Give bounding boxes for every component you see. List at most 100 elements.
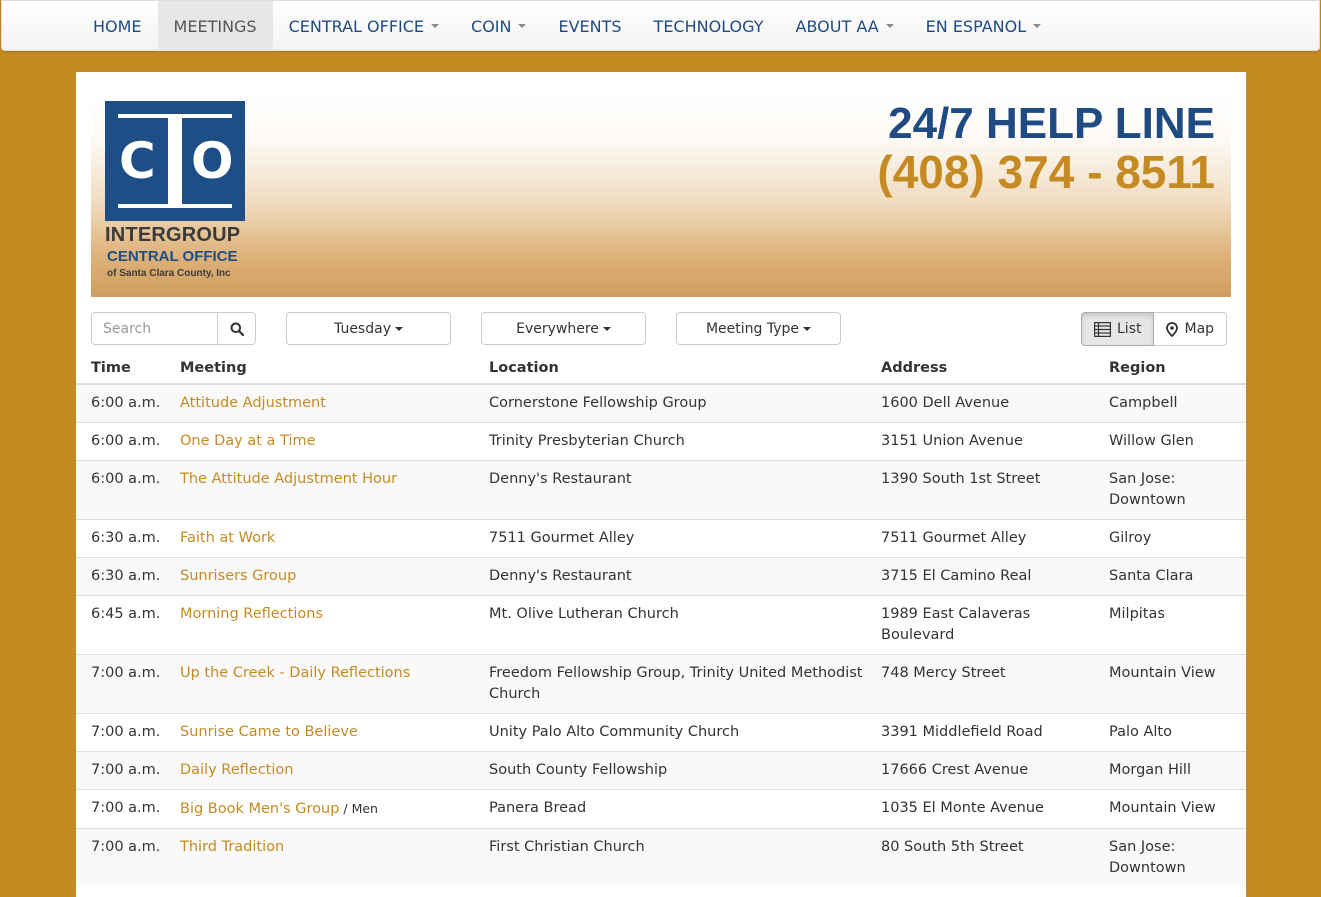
- meeting-link[interactable]: Sunrise Came to Believe: [180, 724, 358, 740]
- cell-location: Freedom Fellowship Group, Trinity United…: [489, 654, 881, 714]
- cell-time: 6:00 a.m.: [76, 383, 180, 423]
- cell-address: 7511 Gourmet Alley: [881, 519, 1109, 558]
- cell-time: 6:00 a.m.: [76, 422, 180, 461]
- nav-item-about-aa[interactable]: ABOUT AA: [780, 1, 910, 51]
- nav-item-technology[interactable]: TECHNOLOGY: [638, 1, 780, 51]
- table-row: 6:30 a.m. Faith at Work 7511 Gourmet Alley…: [76, 519, 1246, 558]
- caret-down-icon: [518, 24, 527, 28]
- cell-address: 1600 Dell Avenue: [881, 383, 1109, 423]
- intergroup-logo[interactable]: C O: [105, 101, 245, 221]
- nav-item-events[interactable]: EVENTS: [542, 1, 637, 51]
- cell-time: 6:30 a.m.: [76, 557, 180, 596]
- cell-meeting: Daily Reflection: [180, 751, 489, 790]
- cell-location: Panera Bread: [489, 789, 881, 829]
- map-marker-icon: [1166, 321, 1179, 337]
- table-row: 6:00 a.m. Attitude Adjustment Cornerstone …: [76, 383, 1246, 423]
- cell-region: Campbell: [1109, 383, 1246, 423]
- list-icon: [1094, 321, 1111, 337]
- cell-meeting: Morning Reflections: [180, 595, 489, 655]
- table-row: 7:00 a.m. Daily Reflection South County Fe…: [76, 751, 1246, 790]
- cell-address: 3151 Union Avenue: [881, 422, 1109, 461]
- distance-dropdown-label: Everywhere: [516, 320, 599, 337]
- nav-item-label: MEETINGS: [173, 16, 257, 36]
- cell-location: South County Fellowship: [489, 751, 881, 790]
- meeting-link[interactable]: The Attitude Adjustment Hour: [180, 471, 397, 487]
- nav-item-label: EVENTS: [558, 16, 622, 36]
- meeting-link[interactable]: Third Tradition: [180, 839, 284, 855]
- meeting-type-dropdown-label: Meeting Type: [705, 320, 800, 337]
- cell-region: Gilroy: [1109, 519, 1246, 558]
- cell-address: 748 Mercy Street: [881, 654, 1109, 714]
- cell-time: 7:00 a.m.: [76, 751, 180, 790]
- nav-item-label: HOME: [93, 16, 142, 36]
- meeting-link[interactable]: Big Book Men's Group: [180, 801, 339, 817]
- nav-item-label: ABOUT AA: [795, 16, 879, 36]
- header-location[interactable]: Location: [489, 351, 881, 385]
- meeting-link[interactable]: One Day at a Time: [180, 433, 316, 449]
- header-address[interactable]: Address: [881, 351, 1109, 385]
- nav-item-central-office[interactable]: CENTRAL OFFICE: [273, 1, 455, 51]
- cell-location: Trinity Presbyterian Church: [489, 422, 881, 461]
- meeting-type-dropdown[interactable]: Meeting Type: [676, 312, 841, 345]
- caret-down-icon: [431, 24, 440, 28]
- header-meeting[interactable]: Meeting: [180, 351, 489, 385]
- table-row: 6:00 a.m. The Attitude Adjustment Hour Den…: [76, 460, 1246, 520]
- search-input[interactable]: [91, 312, 217, 345]
- cell-time: 7:00 a.m.: [76, 713, 180, 752]
- meeting-link[interactable]: Attitude Adjustment: [180, 395, 326, 411]
- cell-meeting: Sunrise Came to Believe: [180, 713, 489, 752]
- day-dropdown[interactable]: Tuesday: [286, 312, 451, 345]
- helpline-phone[interactable]: (408) 374 - 8511: [877, 147, 1215, 197]
- meeting-link[interactable]: Faith at Work: [180, 530, 275, 546]
- cell-region: Morgan Hill: [1109, 751, 1246, 790]
- table-row: 6:45 a.m. Morning Reflections Mt. Olive Lu…: [76, 595, 1246, 655]
- cell-address: 1390 South 1st Street: [881, 460, 1109, 520]
- nav-item-meetings[interactable]: MEETINGS: [157, 1, 273, 51]
- nav-item-label: EN ESPANOL: [925, 16, 1027, 36]
- search-icon: [230, 322, 244, 336]
- cell-time: 7:00 a.m.: [76, 654, 180, 714]
- view-toggle: List Map: [1081, 312, 1228, 346]
- cell-location: Mt. Olive Lutheran Church: [489, 595, 881, 655]
- cell-meeting: Third Tradition: [180, 828, 489, 887]
- meeting-type-tag: / Men: [339, 801, 378, 816]
- cell-meeting: Big Book Men's Group / Men: [180, 789, 489, 829]
- search-button[interactable]: [217, 312, 256, 345]
- caret-down-icon: [602, 326, 611, 331]
- cell-location: 7511 Gourmet Alley: [489, 519, 881, 558]
- nav-item-label: CENTRAL OFFICE: [288, 16, 425, 36]
- list-view-button[interactable]: List: [1081, 312, 1155, 346]
- top-navbar: HOME MEETINGS CENTRAL OFFICE COIN EVENTS TECH…: [1, 0, 1320, 51]
- table-row: 6:30 a.m. Sunrisers Group Denny's Restaura…: [76, 557, 1246, 596]
- logo-name-line1: INTERGROUP: [105, 224, 241, 246]
- caret-down-icon: [803, 326, 812, 331]
- header-time[interactable]: Time: [76, 351, 180, 385]
- distance-dropdown[interactable]: Everywhere: [481, 312, 646, 345]
- nav-item-en-espanol[interactable]: EN ESPANOL: [910, 1, 1057, 51]
- cell-location: Unity Palo Alto Community Church: [489, 713, 881, 752]
- meeting-link[interactable]: Daily Reflection: [180, 762, 293, 778]
- cell-meeting: Sunrisers Group: [180, 557, 489, 596]
- meeting-link[interactable]: Up the Creek - Daily Reflections: [180, 665, 410, 681]
- cell-region: Palo Alto: [1109, 713, 1246, 752]
- helpline-block: 24/7 HELP LINE (408) 374 - 8511: [877, 101, 1215, 198]
- cell-address: 3715 El Camino Real: [881, 557, 1109, 596]
- meeting-link[interactable]: Morning Reflections: [180, 606, 323, 622]
- cell-location: Denny's Restaurant: [489, 557, 881, 596]
- cell-region: Mountain View: [1109, 789, 1246, 829]
- cell-location: First Christian Church: [489, 828, 881, 887]
- content-panel: C O INTERGROUP CENTRAL OFFICE of Santa C…: [76, 72, 1246, 897]
- cell-address: 1035 El Monte Avenue: [881, 789, 1109, 829]
- nav-item-coin[interactable]: COIN: [455, 1, 542, 51]
- map-view-button[interactable]: Map: [1154, 312, 1228, 346]
- cell-time: 6:00 a.m.: [76, 460, 180, 520]
- nav-item-home[interactable]: HOME: [77, 1, 158, 51]
- cell-region: San Jose: Downtown: [1109, 828, 1246, 887]
- header-region[interactable]: Region: [1109, 351, 1246, 385]
- table-row: 6:00 a.m. One Day at a Time Trinity Presby…: [76, 422, 1246, 461]
- meeting-link[interactable]: Sunrisers Group: [180, 568, 296, 584]
- table-row: 7:00 a.m. Big Book Men's Group / Men Paner…: [76, 789, 1246, 829]
- list-view-label: List: [1117, 321, 1142, 337]
- cell-address: 80 South 5th Street: [881, 828, 1109, 887]
- nav-item-label: COIN: [471, 16, 512, 36]
